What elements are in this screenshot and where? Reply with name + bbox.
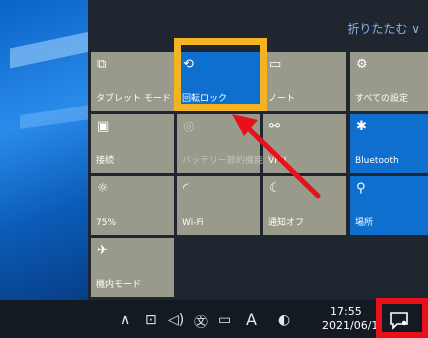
- pointer-arrow: [232, 114, 321, 199]
